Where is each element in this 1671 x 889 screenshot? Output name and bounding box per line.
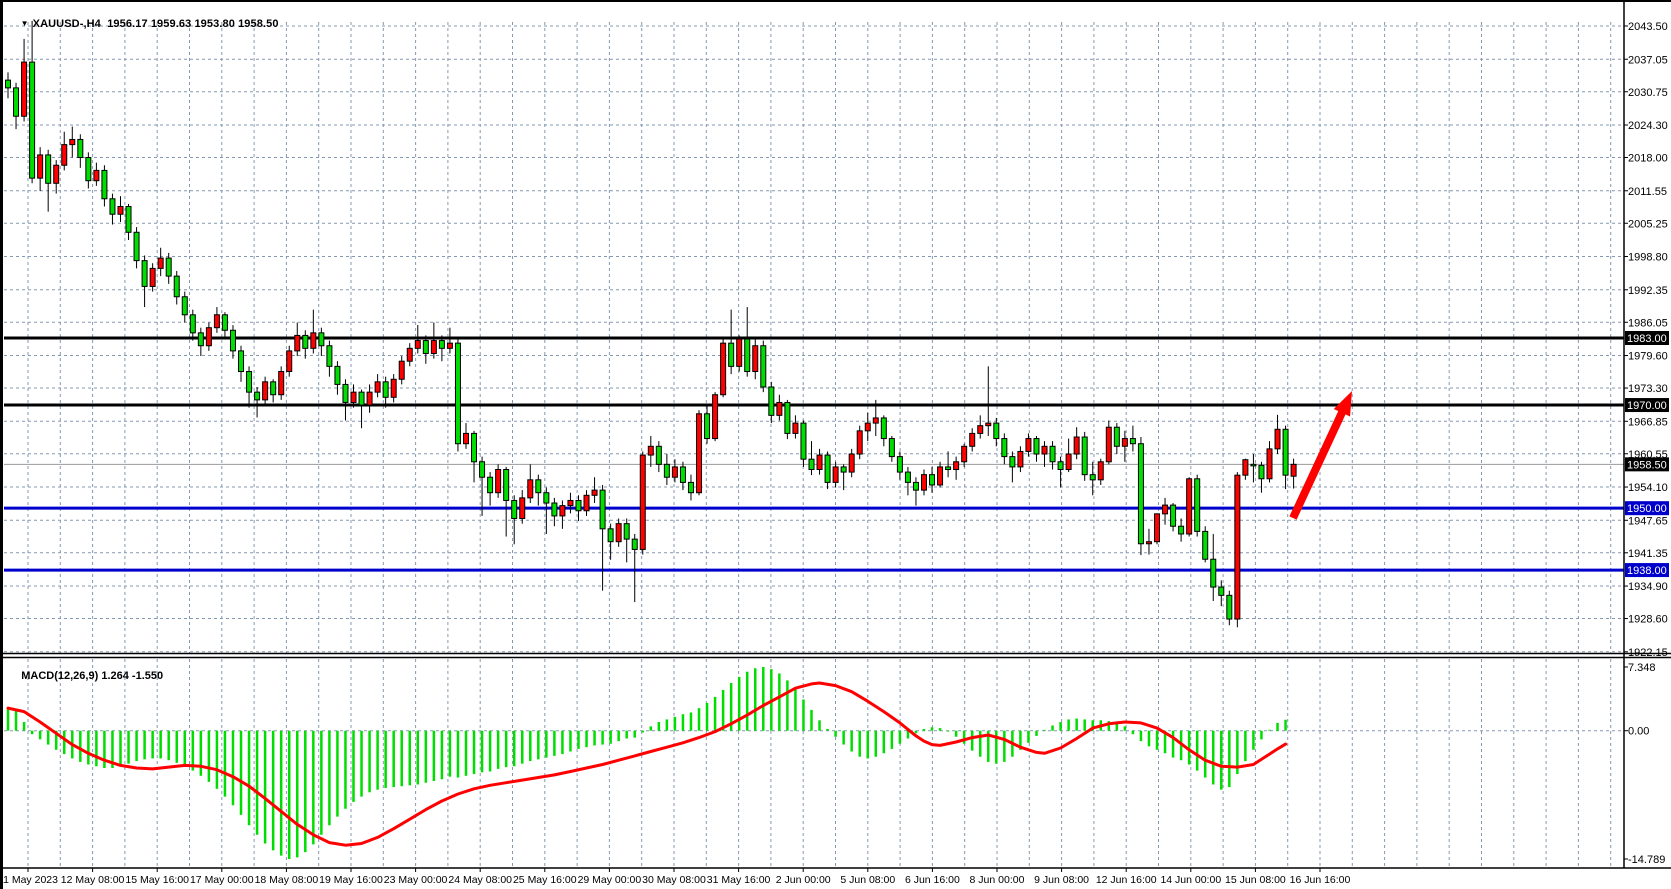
- date-tick-label: 29 May 00:00: [578, 874, 642, 886]
- price-tick-label: 2024.30: [1628, 120, 1668, 132]
- macd-indicator-label: MACD(12,26,9) 1.264 -1.550: [9, 658, 163, 694]
- date-tick-label: 14 Jun 00:00: [1160, 874, 1221, 886]
- price-tick-label: 1979.60: [1628, 351, 1668, 363]
- date-tick-label: 12 May 08:00: [61, 874, 125, 886]
- date-tick-label: 19 May 16:00: [319, 874, 383, 886]
- macd-main-value: 1.264: [101, 670, 129, 682]
- macd-axis[interactable]: 7.348 0.00 -14.789: [1624, 662, 1665, 866]
- price-tick-label: 1922.15: [1628, 647, 1668, 659]
- price-tick-label: 1928.60: [1628, 614, 1668, 626]
- date-tick-label: 11 May 2023: [0, 874, 58, 886]
- price-tick-label: 2030.75: [1628, 87, 1668, 99]
- date-tick-label: 17 May 00:00: [190, 874, 254, 886]
- price-tick-label: 1966.85: [1628, 416, 1668, 428]
- date-tick-label: 25 May 16:00: [513, 874, 577, 886]
- price-tick-label: 1992.35: [1628, 285, 1668, 297]
- ohlc-close: 1958.50: [238, 18, 278, 30]
- macd-axis-label: 0.00: [1628, 726, 1649, 738]
- price-tick-label: 1998.80: [1628, 252, 1668, 264]
- symbol-timeframe-label: XAUUSD-,H4: [33, 18, 101, 30]
- macd-axis-label: -14.789: [1628, 854, 1665, 866]
- price-tick-label: 2037.05: [1628, 54, 1668, 66]
- date-tick-label: 9 Jun 08:00: [1034, 874, 1089, 886]
- price-badge-label: 1938.00: [1627, 565, 1667, 577]
- price-badge-label: 1958.50: [1627, 459, 1667, 471]
- price-tick-label: 1954.10: [1628, 482, 1668, 494]
- price-tick-label: 1934.90: [1628, 581, 1668, 593]
- price-badge-label: 1950.00: [1627, 503, 1667, 515]
- date-tick-label: 15 May 16:00: [125, 874, 189, 886]
- date-tick-label: 23 May 00:00: [384, 874, 448, 886]
- chart-canvas[interactable]: 2043.50 2037.05 2030.75 2024.30 2018.00 2011.…: [0, 2, 1671, 889]
- trend-arrow-annotation[interactable]: [1293, 391, 1352, 518]
- date-tick-label: 12 Jun 16:00: [1096, 874, 1157, 886]
- date-tick-label: 8 Jun 00:00: [970, 874, 1025, 886]
- time-axis[interactable]: 11 May 202312 May 08:0015 May 16:0017 Ma…: [0, 868, 1351, 886]
- ohlc-open: 1956.17: [107, 18, 147, 30]
- ohlc-high: 1959.63: [151, 18, 191, 30]
- price-tick-label: 2043.50: [1628, 21, 1668, 33]
- date-tick-label: 5 Jun 08:00: [840, 874, 895, 886]
- price-badge-label: 1983.00: [1627, 333, 1667, 345]
- date-tick-label: 6 Jun 16:00: [905, 874, 960, 886]
- price-axis[interactable]: 2043.50 2037.05 2030.75 2024.30 2018.00 2011.…: [1624, 21, 1669, 659]
- price-tick-label: 2005.25: [1628, 218, 1668, 230]
- price-tick-label: 2018.00: [1628, 153, 1668, 165]
- price-tick-label: 1947.65: [1628, 515, 1668, 527]
- mt4-chart-window: ▼ XAUUSD-,H4 1956.17 1959.63 1953.80 1958…: [0, 0, 1671, 889]
- date-tick-label: 2 Jun 00:00: [776, 874, 831, 886]
- symbol-dropdown-icon[interactable]: ▼: [21, 19, 29, 28]
- date-tick-label: 31 May 16:00: [707, 874, 771, 886]
- macd-axis-label: 7.348: [1628, 662, 1656, 674]
- date-tick-label: 30 May 08:00: [642, 874, 706, 886]
- price-tick-label: 2011.55: [1628, 186, 1667, 198]
- macd-signal-value: -1.550: [132, 670, 163, 682]
- price-tick-label: 1973.30: [1628, 383, 1668, 395]
- price-tick-label: 1941.35: [1628, 548, 1668, 560]
- candles-layer[interactable]: [6, 21, 1297, 627]
- date-tick-label: 24 May 08:00: [448, 874, 512, 886]
- chart-title[interactable]: ▼ XAUUSD-,H4 1956.17 1959.63 1953.80 1958…: [8, 6, 279, 42]
- date-tick-label: 15 Jun 08:00: [1225, 874, 1286, 886]
- price-tick-label: 1986.05: [1628, 317, 1668, 329]
- date-tick-label: 18 May 08:00: [255, 874, 319, 886]
- date-tick-label: 16 Jun 16:00: [1290, 874, 1351, 886]
- price-badge-label: 1970.00: [1627, 400, 1667, 412]
- ohlc-low: 1953.80: [194, 18, 234, 30]
- grid-layer: [4, 22, 1624, 868]
